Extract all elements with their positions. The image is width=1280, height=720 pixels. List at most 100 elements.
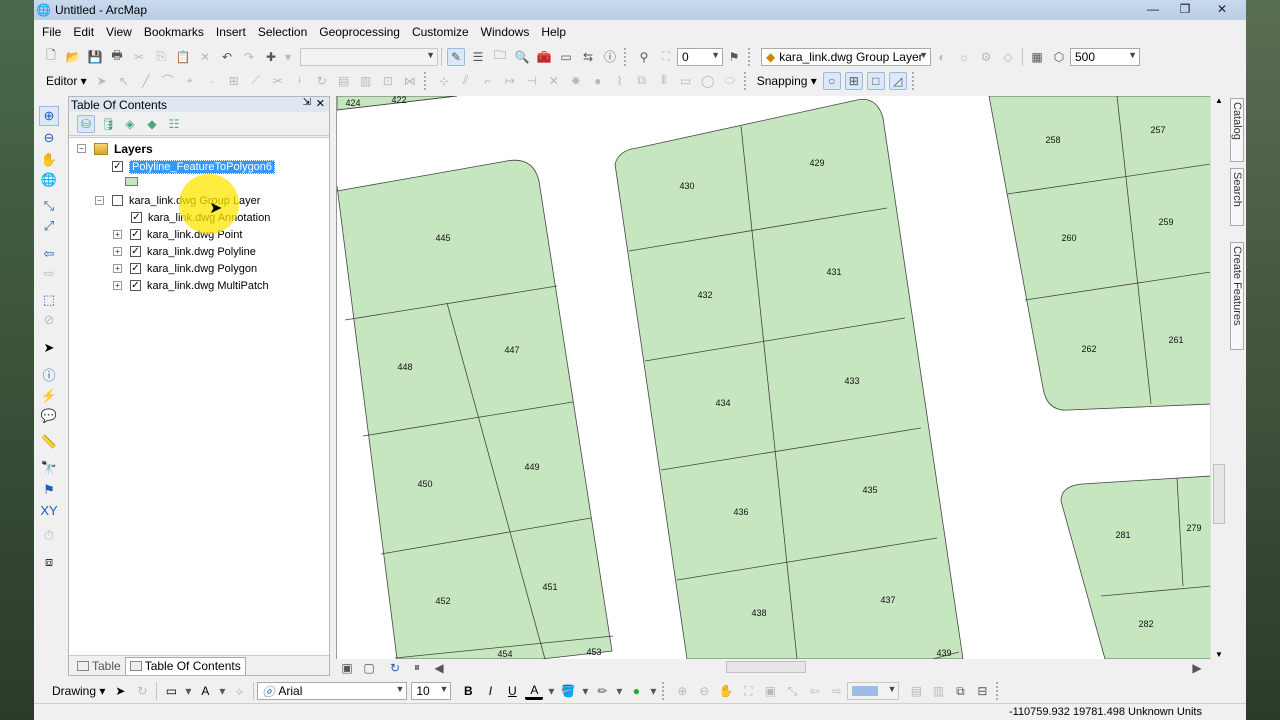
zoom-100-icon[interactable]: ▣ [761,682,779,700]
edit-vertices-icon[interactable]: ⟡ [230,682,248,700]
point-icon[interactable]: · [203,72,221,90]
circle-icon[interactable]: ◯ [699,72,717,90]
toolbar-grip[interactable] [624,47,630,66]
collapse-icon[interactable]: − [77,144,86,153]
tree-row-polyline[interactable]: + ✓ kara_link.dwg Polyline [113,243,256,260]
toolbar-grip[interactable] [743,71,750,90]
horizontal-scroll-thumb[interactable] [726,661,806,673]
find-icon[interactable]: 🔭 [39,458,59,478]
zoom-in-icon[interactable]: ⊕ [39,106,59,126]
menu-insert[interactable]: Insert [216,25,255,39]
hyperlink-icon[interactable]: ⚡ [39,386,59,406]
advanced-edit-icon[interactable]: ⊹ [435,72,453,90]
menu-geoprocessing[interactable]: Geoprocessing [319,25,409,39]
ellipse-icon[interactable]: ⬭ [721,72,739,90]
select-elements-icon[interactable]: ➤ [39,338,59,358]
chevron-down-icon[interactable]: ▾ [581,682,589,700]
tree-row-multipatch[interactable]: + ✓ kara_link.dwg MultiPatch [113,277,269,294]
layer-combo[interactable]: 0 ▼ [677,47,723,66]
select-elements-icon[interactable]: ➤ [111,682,129,700]
go-to-xy-icon[interactable]: XY [39,500,59,520]
end-snapping-icon[interactable]: ⊞ [844,71,863,90]
vertical-scroll-thumb[interactable] [1213,464,1225,524]
fill-color-icon[interactable]: 🪣 [559,682,577,700]
close-icon[interactable]: ✕ [316,97,325,110]
identify-icon[interactable]: ⓘ [39,364,59,384]
end-point-arc-icon[interactable]: ⌒ [159,72,177,90]
zoom-out-fixed-icon[interactable]: ⊖ [695,682,713,700]
contrast-icon[interactable]: ◇ [999,48,1017,66]
fixed-zoom-icon[interactable]: ⤡ [783,682,801,700]
font-combo[interactable]: ⓞ Arial ▼ [257,682,408,700]
find-route-icon[interactable]: ⚑ [39,480,59,500]
generalize-icon[interactable]: ● [589,72,607,90]
align-edge-icon[interactable]: ⫴ [655,72,673,90]
parcel-block-bottom-right[interactable] [1060,475,1210,659]
save-icon[interactable]: 💾 [86,48,104,66]
trace-icon[interactable]: ⌖ [181,72,199,90]
line-color-icon[interactable]: ✏ [593,682,611,700]
undo-icon[interactable]: ↶ [218,48,236,66]
scroll-down-icon[interactable]: ▼ [1215,650,1223,659]
pause-drawing-icon[interactable]: ⏸ [408,659,426,677]
new-document-icon[interactable]: 🗋 [42,48,60,66]
marker-color-icon[interactable]: ● [627,682,645,700]
parcel-block-top-right[interactable] [988,96,1210,411]
tree-row-polyline-feature-to-polygon[interactable]: ✓ Polyline_FeatureToPolygon6 [95,158,276,175]
redo-icon[interactable]: ↷ [240,48,258,66]
tab-table[interactable]: Table [73,657,125,675]
parcel-block-middle[interactable] [614,99,964,659]
arctoolbox-icon[interactable]: 🧰 [535,48,553,66]
menu-windows[interactable]: Windows [481,25,539,39]
forward-extent-icon[interactable]: ⇨ [827,682,845,700]
collapse-icon[interactable]: − [95,196,104,205]
rectangle-icon[interactable]: ▭ [677,72,695,90]
expand-icon[interactable]: + [113,281,122,290]
maximize-button[interactable]: ❐ [1172,1,1198,17]
chevron-down-icon[interactable]: ▾ [615,682,623,700]
create-features-tab[interactable]: Create Features [1230,242,1244,350]
search-window-icon[interactable]: 🔍 [513,48,531,66]
fillet-icon[interactable]: ⌐ [479,72,497,90]
underline-button[interactable]: U [503,682,521,700]
scroll-right-icon[interactable]: ▶ [1188,659,1206,677]
focus-data-frame-icon[interactable]: ▥ [929,682,947,700]
cut-icon[interactable]: ✂ [130,48,148,66]
copy-parallel-icon[interactable]: ⫽ [457,72,475,90]
topology-icon[interactable]: ⋈ [401,72,419,90]
active-layer-combo[interactable]: ◆ kara_link.dwg Group Layer ▼ [761,47,931,66]
layer-visibility-checkbox[interactable]: ✓ [130,246,141,257]
menu-selection[interactable]: Selection [258,25,316,39]
measure-icon[interactable]: 📏 [39,432,59,452]
options-icon[interactable]: ☷ [165,115,183,133]
data-driven-pages-icon[interactable]: ⊟ [973,682,991,700]
menu-bookmarks[interactable]: Bookmarks [144,25,213,39]
python-icon[interactable]: ▭ [557,48,575,66]
layer-visibility-checkbox[interactable]: ✓ [112,161,123,172]
fixed-zoom-out-icon[interactable]: ⤢ [39,216,59,236]
expand-icon[interactable]: + [113,264,122,273]
chevron-down-icon[interactable]: ▾ [184,682,192,700]
time-slider-icon[interactable]: ⏱ [39,526,59,546]
layer-visibility-checkbox[interactable] [112,195,123,206]
parcel-block-left[interactable] [337,159,613,659]
select-features-icon[interactable]: ⬚ [39,290,59,310]
extend-icon[interactable]: ↦ [501,72,519,90]
refresh-icon[interactable]: ↻ [386,659,404,677]
table-of-contents-icon[interactable]: ☰ [469,48,487,66]
edit-vertices-icon[interactable]: ⊞ [225,72,243,90]
zoom-percent-combo[interactable]: ▼ [847,682,900,700]
rotate-icon[interactable]: ↻ [313,72,331,90]
catalog-icon[interactable]: 🗀 [491,48,509,66]
menu-edit[interactable]: Edit [73,25,103,39]
map-view[interactable]: 424 422 445 448 447 450 449 452 451 454 … [336,96,1210,659]
copy-icon[interactable]: ⎘ [152,48,170,66]
expand-icon[interactable]: + [113,230,122,239]
editor-menu[interactable]: Editor ▾ [42,74,91,88]
layer-visibility-checkbox[interactable]: ✓ [130,229,141,240]
georeferencing-icon[interactable]: ⚲ [635,48,653,66]
editor-toolbar-icon[interactable]: ✎ [447,47,465,66]
add-data-dropdown-icon[interactable]: ▾ [284,48,292,66]
layer-label[interactable]: kara_link.dwg Polygon [147,263,257,275]
construct-features-icon[interactable]: ⧉ [633,72,651,90]
